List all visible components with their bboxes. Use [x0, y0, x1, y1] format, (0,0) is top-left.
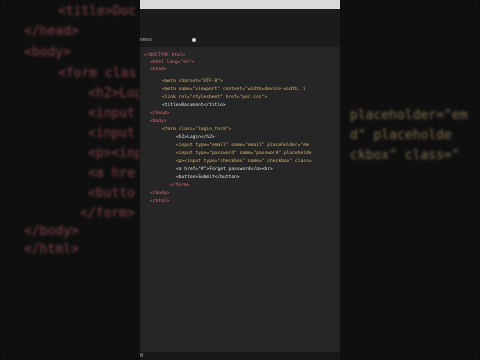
bg-code-line: <input: [88, 106, 135, 121]
code-line: <meta name="viewport" content="width=dev…: [162, 87, 306, 92]
code-line: <!DOCTYPE html>: [144, 53, 186, 58]
bg-code-line: </body>: [24, 224, 79, 239]
bg-code-line: ckbox" class=": [350, 148, 460, 163]
code-line: <title>Document</title>: [162, 103, 226, 108]
code-line: </form>: [170, 183, 190, 188]
bg-code-line: <input: [88, 126, 135, 141]
bg-code-line: <title>Doc: [58, 4, 137, 19]
bg-code-line: </head>: [24, 24, 79, 39]
editor-tab-bar: ness: [140, 9, 340, 47]
status-text: 0: [140, 353, 144, 359]
bg-code-line: <form clas: [58, 66, 137, 81]
bg-code-line: </html>: [24, 242, 79, 257]
code-editor-window: ness <!DOCTYPE html> <html lang="en"> <h…: [140, 0, 340, 360]
blurred-background-right: placeholder="em d" placeholde ckbox" cla…: [340, 0, 480, 360]
bg-code-line: <a hre: [88, 166, 135, 181]
bg-code-line: placeholder="em: [350, 108, 468, 123]
code-line: <body>: [150, 119, 167, 124]
editor-tab[interactable]: ness: [140, 37, 152, 43]
bg-code-line: <h2>Log: [88, 86, 140, 101]
code-line: <meta charset="UTF-8">: [162, 79, 223, 84]
code-line: <p><input type="checkbox" name=" checkbo…: [176, 159, 312, 164]
bg-code-line: d" placeholde: [350, 128, 452, 143]
bg-code-line: <p><inp: [88, 146, 140, 161]
code-area[interactable]: <!DOCTYPE html> <html lang="en"> <head> …: [140, 47, 340, 352]
code-line: </html>: [150, 199, 170, 204]
status-bar: 0: [140, 352, 340, 360]
code-line: <html lang="en">: [150, 60, 195, 65]
blurred-background-left: <title>Doc </head> <body> <form clas <h2…: [0, 0, 140, 360]
code-line: <link rel="stylesheet" href="per.css">: [162, 95, 268, 100]
bg-code-line: </form>: [80, 206, 135, 221]
code-line: <form class="login_form">: [162, 127, 232, 132]
code-line: </body>: [150, 191, 170, 196]
code-line: <a href="#">Forget password</a><br>: [176, 167, 273, 172]
code-line: <button>Submit</button>: [176, 175, 240, 180]
code-line: <head>: [150, 67, 167, 72]
window-top-bar: [140, 0, 340, 9]
bg-code-line: <butto: [88, 186, 135, 201]
code-line: <input type="password" name="password" p…: [176, 151, 312, 156]
code-line: <h2>Login</h2>: [176, 135, 215, 140]
bg-code-line: <body>: [24, 45, 71, 60]
unsaved-dot-icon: [192, 38, 196, 42]
code-line: </head>: [150, 111, 170, 116]
code-line: <input type="email" name="email" placeho…: [176, 143, 309, 148]
